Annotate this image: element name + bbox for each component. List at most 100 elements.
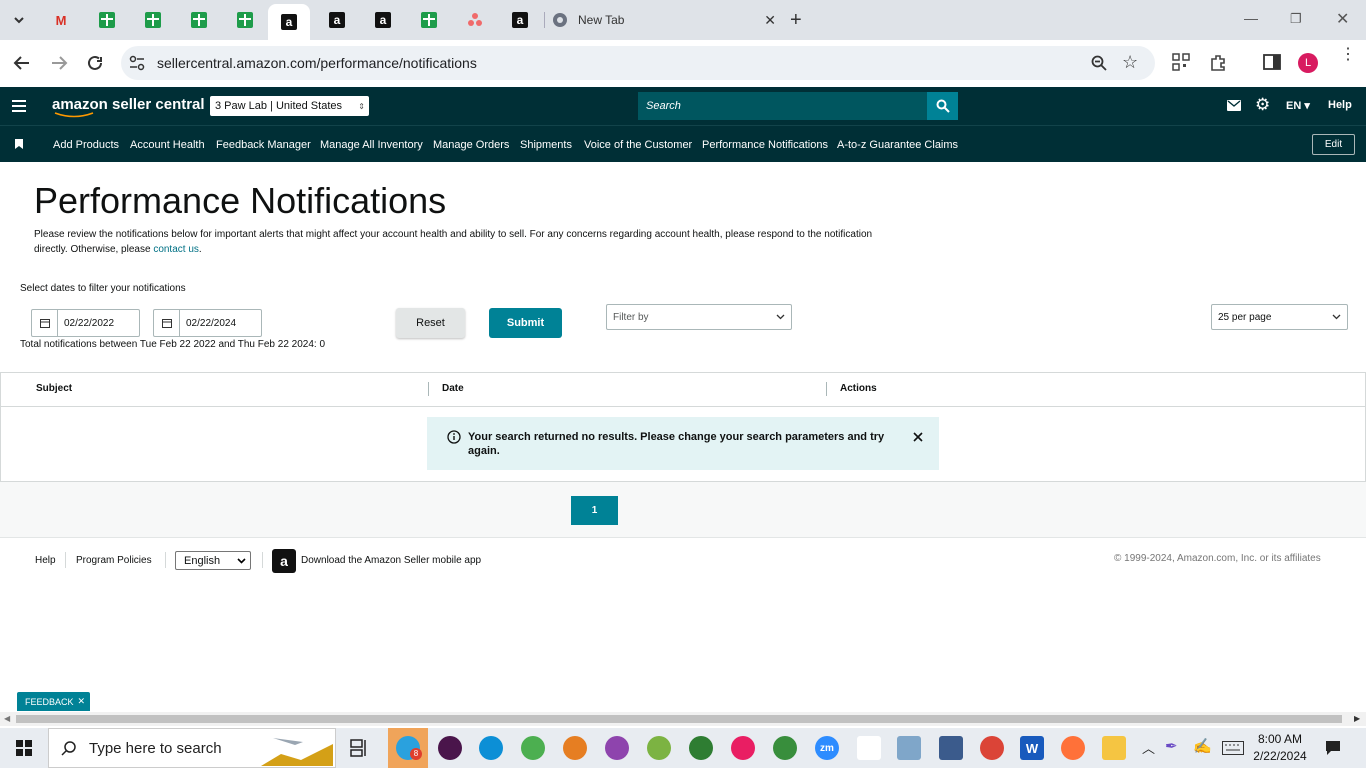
hamburger-menu-icon[interactable]	[12, 100, 26, 112]
sheets-tab-icon-3[interactable]	[182, 6, 216, 34]
nav-add-products[interactable]: Add Products	[53, 139, 119, 151]
chrome-profile-icon-6[interactable]	[731, 736, 755, 760]
taskbar-clock[interactable]: 8:00 AM 2/22/2024	[1250, 731, 1310, 765]
forward-arrow-icon[interactable]	[50, 55, 68, 71]
column-subject[interactable]: Subject	[36, 383, 72, 394]
seller-central-logo[interactable]: amazon seller central	[52, 96, 205, 118]
seller-app-icon[interactable]: a	[272, 549, 296, 573]
search-input[interactable]: Search	[638, 92, 927, 120]
calculator-icon[interactable]	[939, 736, 963, 760]
notification-center-icon[interactable]	[1325, 740, 1341, 756]
footer-help-link[interactable]: Help	[35, 555, 56, 566]
site-settings-icon[interactable]	[129, 55, 145, 71]
chrome-profile-icon-3[interactable]	[605, 736, 629, 760]
profile-avatar[interactable]: L	[1298, 53, 1318, 73]
firefox-icon[interactable]	[1061, 736, 1085, 760]
stocks-app-icon[interactable]	[857, 736, 881, 760]
pen-icon[interactable]: ✒	[1165, 737, 1178, 755]
bookmark-star-icon[interactable]: ☆	[1122, 52, 1138, 73]
handwriting-icon[interactable]: ✍	[1193, 737, 1212, 755]
close-icon[interactable]: ✕	[78, 696, 86, 707]
amazon-tab-icon-2[interactable]: a	[320, 6, 354, 34]
chrome-profile-icon-2[interactable]	[563, 736, 587, 760]
scrollbar-thumb[interactable]	[16, 715, 1342, 723]
calendar-icon[interactable]	[32, 310, 58, 336]
nav-manage-all-inventory[interactable]: Manage All Inventory	[320, 139, 423, 151]
sheets-tab-icon-1[interactable]	[90, 6, 124, 34]
slack-icon[interactable]	[438, 736, 462, 760]
taskbar-search-input[interactable]: Type here to search	[48, 728, 336, 768]
edge-icon[interactable]	[479, 736, 503, 760]
restore-icon[interactable]: ❐	[1290, 11, 1302, 27]
scroll-right-arrow-icon[interactable]: ▶	[1354, 714, 1360, 723]
word-icon[interactable]: W	[1020, 736, 1044, 760]
gmail-tab-icon[interactable]: M	[44, 6, 78, 34]
start-date-field[interactable]: 02/22/2022	[31, 309, 140, 337]
chrome-profile-icon-1[interactable]	[521, 736, 545, 760]
filter-by-dropdown[interactable]: Filter by	[606, 304, 792, 330]
nav-edit-button[interactable]: Edit	[1312, 134, 1355, 155]
tray-chevron-up-icon[interactable]: ︿	[1142, 738, 1155, 757]
zoom-app-icon[interactable]: zm	[815, 736, 839, 760]
nav-feedback-manager[interactable]: Feedback Manager	[216, 139, 311, 151]
submit-button[interactable]: Submit	[489, 308, 562, 338]
tab-search-dropdown-icon[interactable]	[4, 6, 34, 34]
contact-us-link[interactable]: contact us	[153, 244, 199, 255]
chrome-profile-icon-4[interactable]	[647, 736, 671, 760]
nav-account-health[interactable]: Account Health	[130, 139, 205, 151]
download-app-link[interactable]: Download the Amazon Seller mobile app	[301, 555, 481, 566]
scroll-left-arrow-icon[interactable]: ◀	[4, 714, 10, 723]
chrome-profile-icon-7[interactable]	[773, 736, 797, 760]
account-selector[interactable]: 3 Paw Lab | United States ⇕	[210, 96, 369, 116]
language-selector[interactable]: EN ▾	[1286, 99, 1310, 112]
qr-icon[interactable]	[1172, 53, 1190, 76]
chrome-profile-icon-5[interactable]	[689, 736, 713, 760]
zoom-icon[interactable]	[1091, 55, 1107, 71]
header-help-link[interactable]: Help	[1328, 99, 1352, 111]
back-arrow-icon[interactable]	[13, 55, 31, 71]
window-close-icon[interactable]: ✕	[1336, 9, 1349, 29]
search-button[interactable]	[927, 92, 958, 120]
reset-button[interactable]: Reset	[396, 308, 465, 338]
nav-manage-orders[interactable]: Manage Orders	[433, 139, 509, 151]
reload-icon[interactable]	[86, 54, 104, 72]
nav-shipments[interactable]: Shipments	[520, 139, 572, 151]
side-panel-icon[interactable]	[1263, 54, 1281, 75]
amazon-tab-icon-3[interactable]: a	[366, 6, 400, 34]
footer-program-policies-link[interactable]: Program Policies	[76, 555, 152, 566]
nav-performance-notifications[interactable]: Performance Notifications	[702, 139, 828, 151]
settings-gear-icon[interactable]: ⚙	[1255, 95, 1270, 115]
column-date[interactable]: Date	[442, 383, 464, 394]
footer-language-select[interactable]: English	[175, 551, 251, 570]
per-page-dropdown[interactable]: 25 per page	[1211, 304, 1348, 330]
telegram-icon[interactable]: 8	[396, 736, 422, 760]
amazon-tab-icon-4[interactable]: a	[503, 6, 537, 34]
windows-start-icon[interactable]	[16, 740, 32, 756]
omnibox[interactable]: sellercentral.amazon.com/performance/not…	[121, 46, 1155, 80]
end-date-field[interactable]: 02/22/2024	[153, 309, 262, 337]
nav-voice-of-customer[interactable]: Voice of the Customer	[584, 139, 692, 151]
minimize-icon[interactable]: —	[1244, 10, 1258, 26]
new-tab-plus-icon[interactable]: +	[790, 9, 802, 32]
column-actions[interactable]: Actions	[840, 383, 877, 394]
asana-tab-icon[interactable]	[458, 6, 492, 34]
file-explorer-icon[interactable]	[1102, 736, 1126, 760]
feedback-tab[interactable]: FEEDBACK ✕	[17, 692, 90, 711]
bookmark-icon[interactable]	[15, 139, 23, 149]
keyboard-icon[interactable]	[1222, 741, 1244, 755]
task-view-icon[interactable]	[350, 739, 369, 757]
tab-new-tab[interactable]: New Tab ✕	[552, 8, 776, 32]
mail-icon[interactable]	[1227, 100, 1241, 111]
sheets-tab-icon-5[interactable]	[412, 6, 446, 34]
browser-menu-icon[interactable]: ⋮	[1340, 47, 1356, 63]
sheets-tab-icon-4[interactable]	[228, 6, 262, 34]
calendar-icon[interactable]	[154, 310, 180, 336]
horizontal-scrollbar[interactable]: ◀ ▶	[0, 712, 1366, 726]
nav-atoz-claims[interactable]: A-to-z Guarantee Claims	[837, 139, 958, 151]
extensions-icon[interactable]	[1209, 53, 1227, 76]
notepad-icon[interactable]	[897, 736, 921, 760]
close-icon[interactable]	[913, 432, 923, 442]
sheets-tab-icon-2[interactable]	[136, 6, 170, 34]
chrome-profile-icon-8[interactable]	[980, 736, 1004, 760]
close-tab-icon[interactable]: ✕	[764, 12, 776, 29]
